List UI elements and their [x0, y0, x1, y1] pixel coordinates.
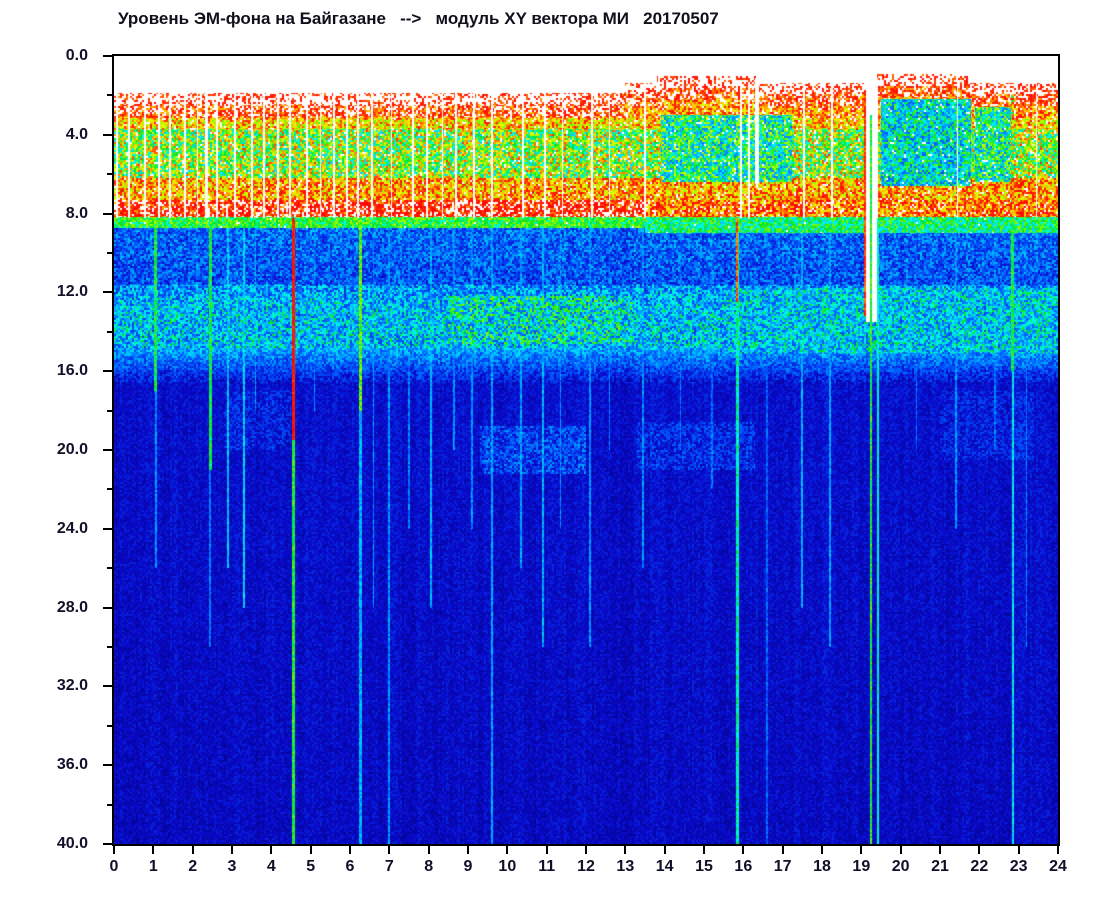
y-major-tick	[103, 370, 112, 373]
x-tick-label: 15	[695, 858, 713, 875]
x-tick-label: 20	[891, 858, 910, 875]
x-tick-label: 16	[734, 858, 753, 875]
x-tick	[624, 846, 627, 854]
screenshot-root: Уровень ЭМ-фона на Байгазане --> модуль …	[0, 0, 1096, 900]
y-minor-tick	[107, 488, 112, 491]
x-tick-label: 18	[813, 858, 831, 875]
x-tick	[467, 846, 469, 854]
y-minor-tick	[107, 173, 112, 176]
x-tick-label: 2	[188, 858, 198, 875]
x-tick-label: 21	[931, 858, 949, 875]
x-tick-label: 7	[384, 858, 394, 875]
x-tick	[663, 846, 666, 854]
x-tick-label: 11	[538, 858, 556, 875]
y-tick-label: 36.0	[56, 756, 88, 774]
y-tick-label: 12.0	[56, 283, 88, 301]
x-tick-label: 8	[424, 858, 434, 875]
x-tick-label: 3	[227, 858, 237, 875]
y-minor-tick	[107, 330, 112, 333]
y-tick-label: 20.0	[56, 441, 88, 458]
x-tick	[427, 846, 430, 854]
y-major-tick	[103, 449, 112, 451]
x-tick	[585, 846, 587, 854]
x-tick	[781, 846, 784, 854]
y-major-tick	[103, 843, 112, 845]
x-tick	[1057, 846, 1059, 854]
y-tick-label: 28.0	[56, 598, 88, 616]
x-tick-label: 5	[306, 858, 316, 875]
y-major-tick	[103, 685, 112, 688]
spectrogram-canvas	[114, 56, 1058, 844]
x-tick-label: 0	[109, 858, 119, 875]
x-tick-label: 17	[773, 858, 792, 875]
x-tick-label: 4	[266, 858, 276, 875]
chart-title: Уровень ЭМ-фона на Байгазане --> модуль …	[118, 9, 719, 28]
y-tick-label: 4.0	[65, 125, 88, 143]
y-tick-label: 40.0	[56, 835, 88, 852]
x-tick	[191, 846, 194, 854]
y-tick-label: 24.0	[56, 519, 88, 537]
x-tick	[939, 846, 941, 854]
x-tick-label: 24	[1049, 858, 1067, 875]
x-tick	[899, 846, 902, 854]
plot-frame	[112, 54, 1060, 846]
y-major-tick	[103, 764, 112, 767]
x-tick-label: 12	[577, 858, 595, 875]
y-minor-tick	[107, 252, 112, 254]
y-major-tick	[103, 55, 112, 57]
x-tick	[821, 846, 823, 854]
y-major-tick	[103, 606, 112, 609]
x-tick	[703, 846, 705, 854]
x-tick	[860, 846, 863, 854]
x-tick	[152, 846, 155, 854]
x-tick-label: 10	[498, 858, 517, 875]
y-major-tick	[103, 212, 112, 215]
x-tick-label: 13	[616, 858, 635, 875]
y-minor-tick	[107, 646, 112, 648]
x-tick-label: 19	[852, 858, 871, 875]
y-minor-tick	[107, 409, 112, 412]
x-tick	[349, 846, 351, 854]
x-tick-label: 9	[463, 858, 473, 875]
x-tick-label: 22	[970, 858, 989, 875]
y-minor-tick	[107, 567, 112, 570]
x-tick	[506, 846, 509, 854]
x-tick	[231, 846, 233, 854]
y-minor-tick	[107, 94, 112, 97]
x-tick-label: 1	[148, 858, 158, 875]
y-major-tick	[103, 291, 112, 294]
x-tick	[388, 846, 391, 854]
x-tick	[742, 846, 745, 854]
y-tick-label: 0.0	[65, 47, 88, 64]
y-minor-tick	[107, 724, 112, 727]
y-tick-label: 8.0	[65, 204, 88, 222]
x-tick	[545, 846, 548, 854]
y-minor-tick	[107, 803, 112, 806]
x-tick-label: 23	[1009, 858, 1028, 875]
y-tick-label: 16.0	[56, 362, 88, 380]
x-tick	[309, 846, 312, 854]
x-tick	[113, 846, 115, 854]
x-tick	[1017, 846, 1020, 854]
y-major-tick	[103, 133, 112, 136]
x-tick-label: 6	[345, 858, 355, 875]
y-tick-label: 32.0	[56, 677, 88, 695]
y-major-tick	[103, 527, 112, 530]
x-tick-label: 14	[655, 858, 674, 875]
x-tick	[978, 846, 981, 854]
x-tick	[270, 846, 273, 854]
